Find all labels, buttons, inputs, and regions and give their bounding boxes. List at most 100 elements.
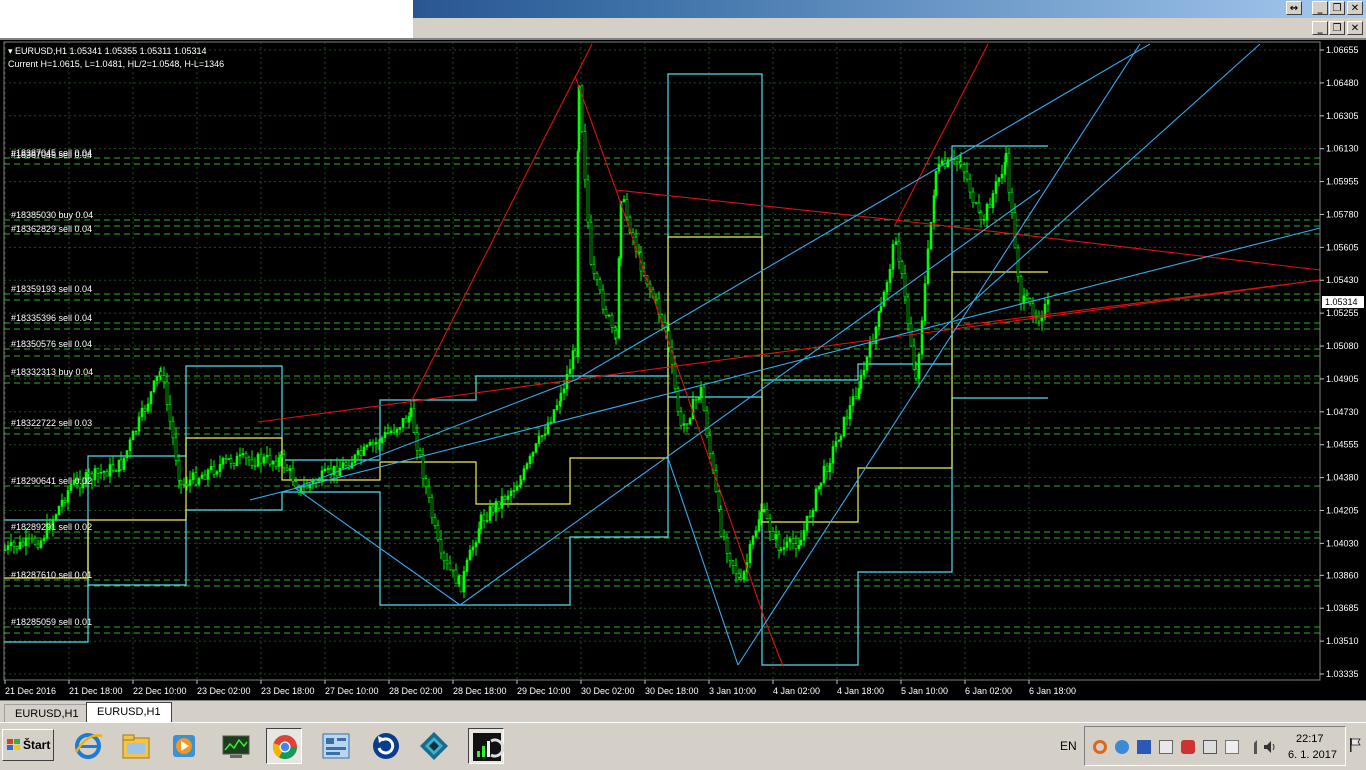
volume-tray-icon[interactable]: [1263, 740, 1277, 754]
order-label[interactable]: #18385030 buy 0.04: [11, 210, 93, 220]
candle: [885, 279, 889, 301]
network-panel-icon[interactable]: [318, 728, 354, 764]
tab-eurusd-h1-first[interactable]: EURUSD,H1: [4, 704, 90, 722]
order-label[interactable]: #18285059 sell 0.01: [11, 617, 92, 627]
minimize-button[interactable]: _: [1312, 1, 1328, 15]
candle: [571, 344, 575, 379]
chrome-icon[interactable]: [266, 728, 302, 764]
candle: [842, 416, 846, 438]
candle: [509, 487, 513, 504]
candle: [341, 456, 345, 469]
order-label[interactable]: #18359193 sell 0.04: [11, 284, 92, 294]
candle: [433, 513, 437, 530]
signal-tray-icon[interactable]: [1243, 740, 1257, 754]
time-tick-label: 5 Jan 10:00: [901, 686, 948, 696]
candle: [965, 162, 969, 183]
candle: [882, 290, 886, 307]
usb-tray-icon[interactable]: [1159, 740, 1173, 754]
restore-button[interactable]: ❐: [1329, 1, 1345, 15]
trendline-red[interactable]: [615, 189, 1321, 271]
tab-eurusd-h1-second[interactable]: EURUSD,H1: [86, 702, 172, 723]
order-label-overlap[interactable]: #18387045 sell 0.04: [11, 148, 92, 158]
order-label[interactable]: #18332313 buy 0.04: [11, 367, 93, 377]
trendline-red[interactable]: [257, 279, 1321, 423]
order-label[interactable]: #18290641 sell 0.02: [11, 476, 92, 486]
media-player-icon[interactable]: [166, 728, 202, 764]
resize-horizontal-icon[interactable]: ↔: [1286, 1, 1302, 15]
sound-muted-tray-icon[interactable]: [1181, 740, 1195, 754]
channel-cyan-lower: [4, 396, 1048, 666]
trendline-blue[interactable]: [294, 43, 1151, 489]
candle: [368, 439, 372, 447]
candle: [188, 470, 192, 493]
order-label[interactable]: #18362829 sell 0.04: [11, 224, 92, 234]
close-button[interactable]: ✕: [1347, 1, 1363, 15]
order-label[interactable]: #18289291 sell 0.02: [11, 522, 92, 532]
candle: [24, 528, 28, 556]
sync-tray-icon[interactable]: [1115, 740, 1129, 754]
trendline-blue[interactable]: [249, 227, 1321, 501]
candle: [1010, 187, 1014, 219]
candle: [247, 455, 251, 467]
metatrader-icon[interactable]: [468, 728, 505, 764]
chart-restore-button[interactable]: ❐: [1329, 21, 1345, 35]
action-center-flag-icon[interactable]: [1348, 737, 1362, 753]
security-tray-icon[interactable]: [1093, 740, 1107, 754]
candle: [848, 396, 852, 427]
internet-explorer-icon[interactable]: [70, 728, 106, 764]
start-button[interactable]: Štart: [2, 729, 54, 761]
order-label[interactable]: #18350576 sell 0.04: [11, 339, 92, 349]
trendline-blue[interactable]: [929, 43, 1261, 341]
device-tray-icon[interactable]: [1225, 740, 1239, 754]
language-indicator[interactable]: EN: [1060, 739, 1077, 753]
title-bar-blank-area: [0, 0, 413, 38]
candle: [282, 449, 286, 474]
clock-date[interactable]: 6. 1. 2017: [1288, 749, 1337, 761]
candle: [465, 557, 469, 577]
trendline-red[interactable]: [409, 43, 593, 405]
candle: [805, 515, 809, 537]
chart-close-button[interactable]: ✕: [1347, 21, 1363, 35]
candle: [221, 456, 225, 470]
candle: [607, 313, 611, 318]
candle: [149, 391, 153, 413]
order-label[interactable]: #18287610 sell 0.01: [11, 570, 92, 580]
trendline-blue[interactable]: [294, 487, 461, 606]
price-chart[interactable]: #18387045 sell 0.04 #18385030 buy 0.04 #18…: [0, 40, 1366, 700]
candle: [125, 449, 129, 462]
candle: [415, 424, 419, 460]
trendline-red[interactable]: [955, 279, 1321, 327]
candle: [971, 187, 975, 208]
refresh-app-icon[interactable]: [368, 728, 404, 764]
candle: [347, 459, 351, 470]
chart-minimize-button[interactable]: _: [1312, 21, 1328, 35]
candle: [235, 452, 239, 466]
candle: [203, 469, 207, 480]
task-manager-icon[interactable]: [218, 728, 254, 764]
candle: [906, 294, 910, 332]
candle: [528, 453, 532, 469]
clipboard-tray-icon[interactable]: [1203, 740, 1217, 754]
diamond-app-icon[interactable]: [416, 728, 452, 764]
candle: [128, 436, 132, 459]
candle: [1016, 244, 1020, 283]
channel-yellow-mid: [4, 236, 1048, 579]
candle: [808, 509, 812, 519]
price-tick-label: 1.04905: [1326, 374, 1359, 384]
file-explorer-icon[interactable]: [118, 728, 154, 764]
candle: [546, 416, 550, 436]
network-tray-icon[interactable]: [1137, 740, 1151, 754]
candle: [389, 426, 393, 436]
candle: [1019, 274, 1023, 311]
candle: [494, 498, 498, 522]
clock-time[interactable]: 22:17: [1296, 733, 1324, 745]
candle: [794, 535, 798, 558]
order-label[interactable]: #18335396 sell 0.04: [11, 313, 92, 323]
candle: [122, 457, 126, 473]
order-label[interactable]: #18322722 sell 0.03: [11, 418, 92, 428]
chart-window[interactable]: #18387045 sell 0.04 #18385030 buy 0.04 #18…: [0, 38, 1366, 700]
time-tick-label: 21 Dec 2016: [5, 686, 56, 696]
candle: [1022, 287, 1026, 311]
candle: [262, 453, 266, 467]
candle: [777, 530, 781, 559]
